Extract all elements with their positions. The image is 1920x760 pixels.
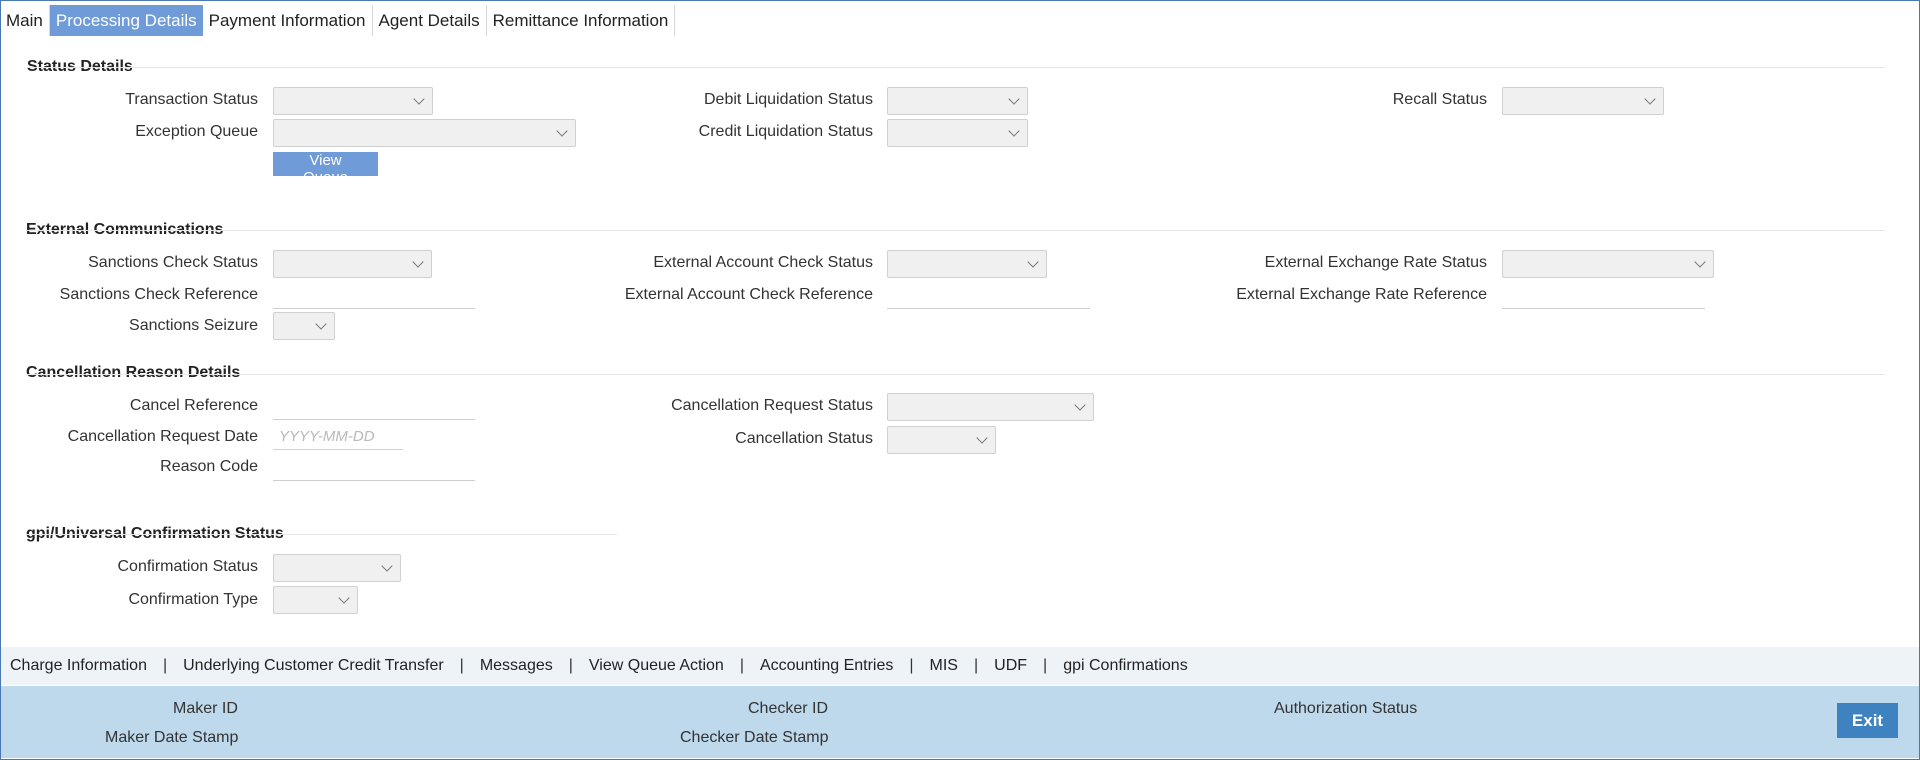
tab-agent-details[interactable]: Agent Details [373, 5, 487, 36]
section-divider [27, 67, 1885, 68]
section-divider [26, 230, 1885, 231]
link-udf[interactable]: UDF [994, 657, 1027, 675]
view-queue-button[interactable]: View Queue [273, 152, 378, 186]
cancellation-request-date-input[interactable] [273, 424, 403, 450]
chevron-down-icon [338, 592, 350, 604]
sanctions-seizure-label: Sanctions Seizure [129, 317, 258, 334]
sanctions-check-reference-label: Sanctions Check Reference [59, 286, 258, 303]
external-exchange-rate-status-select[interactable] [1502, 250, 1714, 278]
transaction-status-label: Transaction Status [125, 91, 258, 108]
tab-bar: Main Processing Details Payment Informat… [0, 5, 676, 36]
link-separator: | [1043, 657, 1048, 674]
link-separator: | [909, 657, 914, 674]
section-title-cancellation-reason-details: Cancellation Reason Details [26, 364, 241, 381]
chevron-down-icon [976, 432, 988, 444]
recall-status-label: Recall Status [1392, 91, 1487, 108]
link-charge-information[interactable]: Charge Information [10, 657, 147, 675]
exception-queue-select[interactable] [273, 119, 576, 147]
link-accounting-entries[interactable]: Accounting Entries [760, 657, 893, 675]
debit-liquidation-status-label: Debit Liquidation Status [704, 91, 873, 108]
credit-liquidation-status-label: Credit Liquidation Status [698, 123, 873, 140]
sanctions-check-status-label: Sanctions Check Status [88, 254, 258, 271]
external-account-check-status-select[interactable] [887, 250, 1047, 278]
link-separator: | [973, 657, 979, 674]
external-account-check-status-label: External Account Check Status [653, 254, 873, 271]
confirmation-status-select[interactable] [273, 554, 401, 582]
link-underlying-customer-credit-transfer[interactable]: Underlying Customer Credit Transfer [183, 657, 444, 675]
link-separator: | [459, 657, 464, 674]
chevron-down-icon [1694, 256, 1706, 268]
external-account-check-reference-label: External Account Check Reference [624, 286, 873, 303]
link-separator: | [739, 657, 744, 674]
sanctions-check-status-select[interactable] [273, 250, 432, 278]
confirmation-status-label: Confirmation Status [117, 558, 258, 575]
external-exchange-rate-reference-input[interactable] [1502, 283, 1705, 309]
cancellation-status-select[interactable] [887, 426, 996, 454]
chevron-down-icon [1008, 125, 1020, 137]
tab-payment-information[interactable]: Payment Information [203, 5, 373, 36]
confirmation-type-select[interactable] [273, 586, 358, 614]
maker-date-stamp-label: Maker Date Stamp [105, 729, 239, 746]
bottom-link-bar: Charge Information | Underlying Customer… [1, 647, 1919, 685]
section-divider [26, 374, 1885, 375]
chevron-down-icon [413, 93, 425, 105]
credit-liquidation-status-select[interactable] [887, 119, 1028, 147]
link-messages[interactable]: Messages [480, 657, 553, 675]
maker-id-label: Maker ID [173, 700, 238, 717]
chevron-down-icon [1027, 256, 1039, 268]
chevron-down-icon [1008, 93, 1020, 105]
external-exchange-rate-reference-label: External Exchange Rate Reference [1236, 286, 1487, 303]
link-separator: | [568, 657, 573, 674]
debit-liquidation-status-select[interactable] [887, 87, 1028, 115]
cancellation-request-date-label: Cancellation Request Date [67, 428, 258, 445]
exit-button[interactable]: Exit [1837, 703, 1898, 738]
cancellation-status-label: Cancellation Status [735, 430, 873, 447]
chevron-down-icon [1074, 399, 1086, 411]
chevron-down-icon [412, 256, 424, 268]
cancel-reference-input[interactable] [273, 394, 475, 420]
cancel-reference-label: Cancel Reference [129, 397, 258, 414]
chevron-down-icon [381, 560, 393, 572]
chevron-down-icon [1644, 93, 1656, 105]
exception-queue-label: Exception Queue [135, 123, 258, 140]
external-account-check-reference-input[interactable] [887, 283, 1090, 309]
tab-main[interactable]: Main [0, 5, 50, 36]
section-divider [26, 534, 617, 535]
reason-code-input[interactable] [273, 455, 475, 481]
audit-footer: Maker ID Maker Date Stamp Checker ID Che… [1, 686, 1919, 758]
transaction-status-select[interactable] [273, 87, 433, 115]
checker-id-label: Checker ID [748, 700, 829, 717]
link-gpi-confirmations[interactable]: gpi Confirmations [1063, 657, 1188, 675]
chevron-down-icon [315, 318, 327, 330]
sanctions-check-reference-input[interactable] [273, 283, 475, 309]
cancellation-request-status-label: Cancellation Request Status [671, 397, 873, 414]
reason-code-label: Reason Code [160, 458, 258, 475]
tab-processing-details[interactable]: Processing Details [49, 5, 203, 36]
external-exchange-rate-status-label: External Exchange Rate Status [1264, 254, 1487, 271]
recall-status-select[interactable] [1502, 87, 1664, 115]
link-separator: | [162, 657, 168, 674]
confirmation-type-label: Confirmation Type [128, 591, 258, 608]
cancellation-request-status-select[interactable] [887, 393, 1094, 421]
authorization-status-label: Authorization Status [1274, 700, 1418, 717]
link-mis[interactable]: MIS [930, 657, 958, 675]
sanctions-seizure-select[interactable] [273, 312, 335, 340]
chevron-down-icon [556, 125, 568, 137]
tab-remittance-information[interactable]: Remittance Information [487, 5, 676, 36]
checker-date-stamp-label: Checker Date Stamp [680, 729, 829, 746]
link-view-queue-action[interactable]: View Queue Action [589, 657, 724, 675]
